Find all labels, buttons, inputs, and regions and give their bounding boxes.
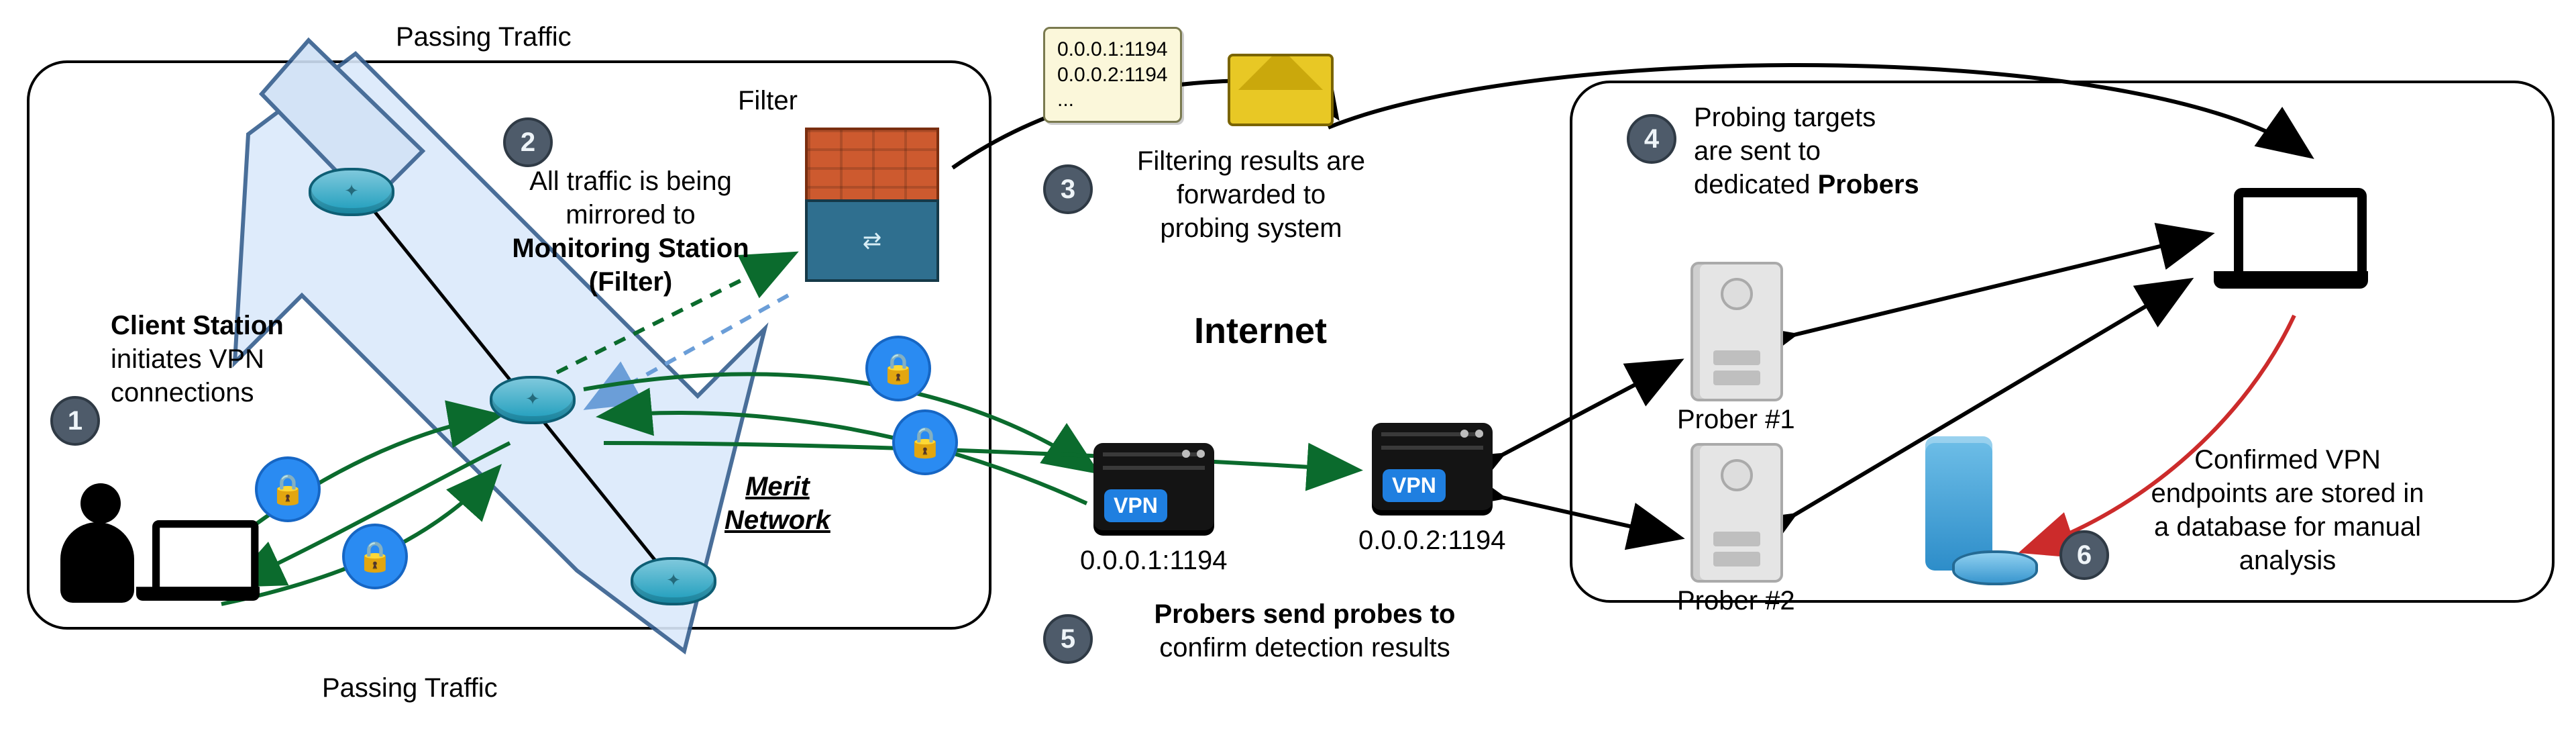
vpn-tag: VPN [1383,469,1446,502]
step-3-text: Filtering results are forwarded to probi… [1107,144,1395,245]
filter-ip-list: 0.0.0.1:1194 0.0.0.2:1194 ... [1043,27,1182,123]
step-5-badge: 5 [1043,614,1093,664]
prober-1-icon [1690,262,1783,401]
filter-label: Filter [738,84,798,117]
step-2-badge: 2 [503,117,553,167]
step-5-text: Probers send probes to confirm detection… [1107,597,1503,665]
vpn-server-2-icon: VPN [1372,423,1493,510]
ip-row: 0.0.0.1:1194 [1057,37,1168,62]
vpn2-addr: 0.0.0.2:1194 [1358,524,1505,557]
router-bot [631,557,716,605]
step-3-badge: 3 [1043,164,1093,214]
prober-2-icon [1690,443,1783,583]
step-6-badge: 6 [2059,530,2109,580]
lock-icon: 🔒 [892,409,958,475]
ip-row: ... [1057,87,1168,113]
step-4-text: Probing targets are sent to dedicated Pr… [1694,101,1919,201]
passing-traffic-bottom: Passing Traffic [322,671,498,705]
step-6-number: 6 [2077,540,2092,571]
diagram-stage: Passing Traffic Passing Traffic 🔒 🔒 🔒 🔒 … [0,0,2576,737]
lock-icon: 🔒 [255,456,321,522]
lock-icon: 🔒 [342,524,408,589]
internet-label: Internet [1194,309,1327,354]
step-1-badge: 1 [50,396,100,446]
step-4-badge: 4 [1627,114,1676,164]
prober-1-label: Prober #1 [1677,403,1795,436]
client-laptop-icon [136,520,260,601]
step-2-text: All traffic is being mirrored to Monitor… [483,164,778,299]
passing-traffic-top: Passing Traffic [396,20,572,54]
step-1-text: Client Station initiates VPN connections [111,309,284,409]
router-top [309,168,394,216]
step-1-number: 1 [68,406,83,436]
database-disk-icon [1952,550,2038,585]
vpn-tag: VPN [1104,489,1167,522]
step-3-number: 3 [1061,175,1075,205]
step-4-number: 4 [1644,124,1659,154]
step-5-number: 5 [1061,624,1075,654]
client-person-icon [54,483,141,604]
envelope-icon [1228,54,1334,126]
step-2-number: 2 [521,128,535,158]
vpn1-addr: 0.0.0.1:1194 [1080,544,1227,577]
merit-network-label: Merit Network [724,470,830,537]
router-mid [490,376,576,424]
vpn-server-1-icon: VPN [1093,443,1214,530]
step-6-text: Confirmed VPN endpoints are stored in a … [2127,443,2449,577]
prober-2-label: Prober #2 [1677,584,1795,618]
ip-row: 0.0.0.2:1194 [1057,62,1168,88]
filter-firewall-icon: ⇄ [805,128,939,282]
lock-icon: 🔒 [865,336,931,401]
analyst-laptop-icon [2214,188,2368,289]
